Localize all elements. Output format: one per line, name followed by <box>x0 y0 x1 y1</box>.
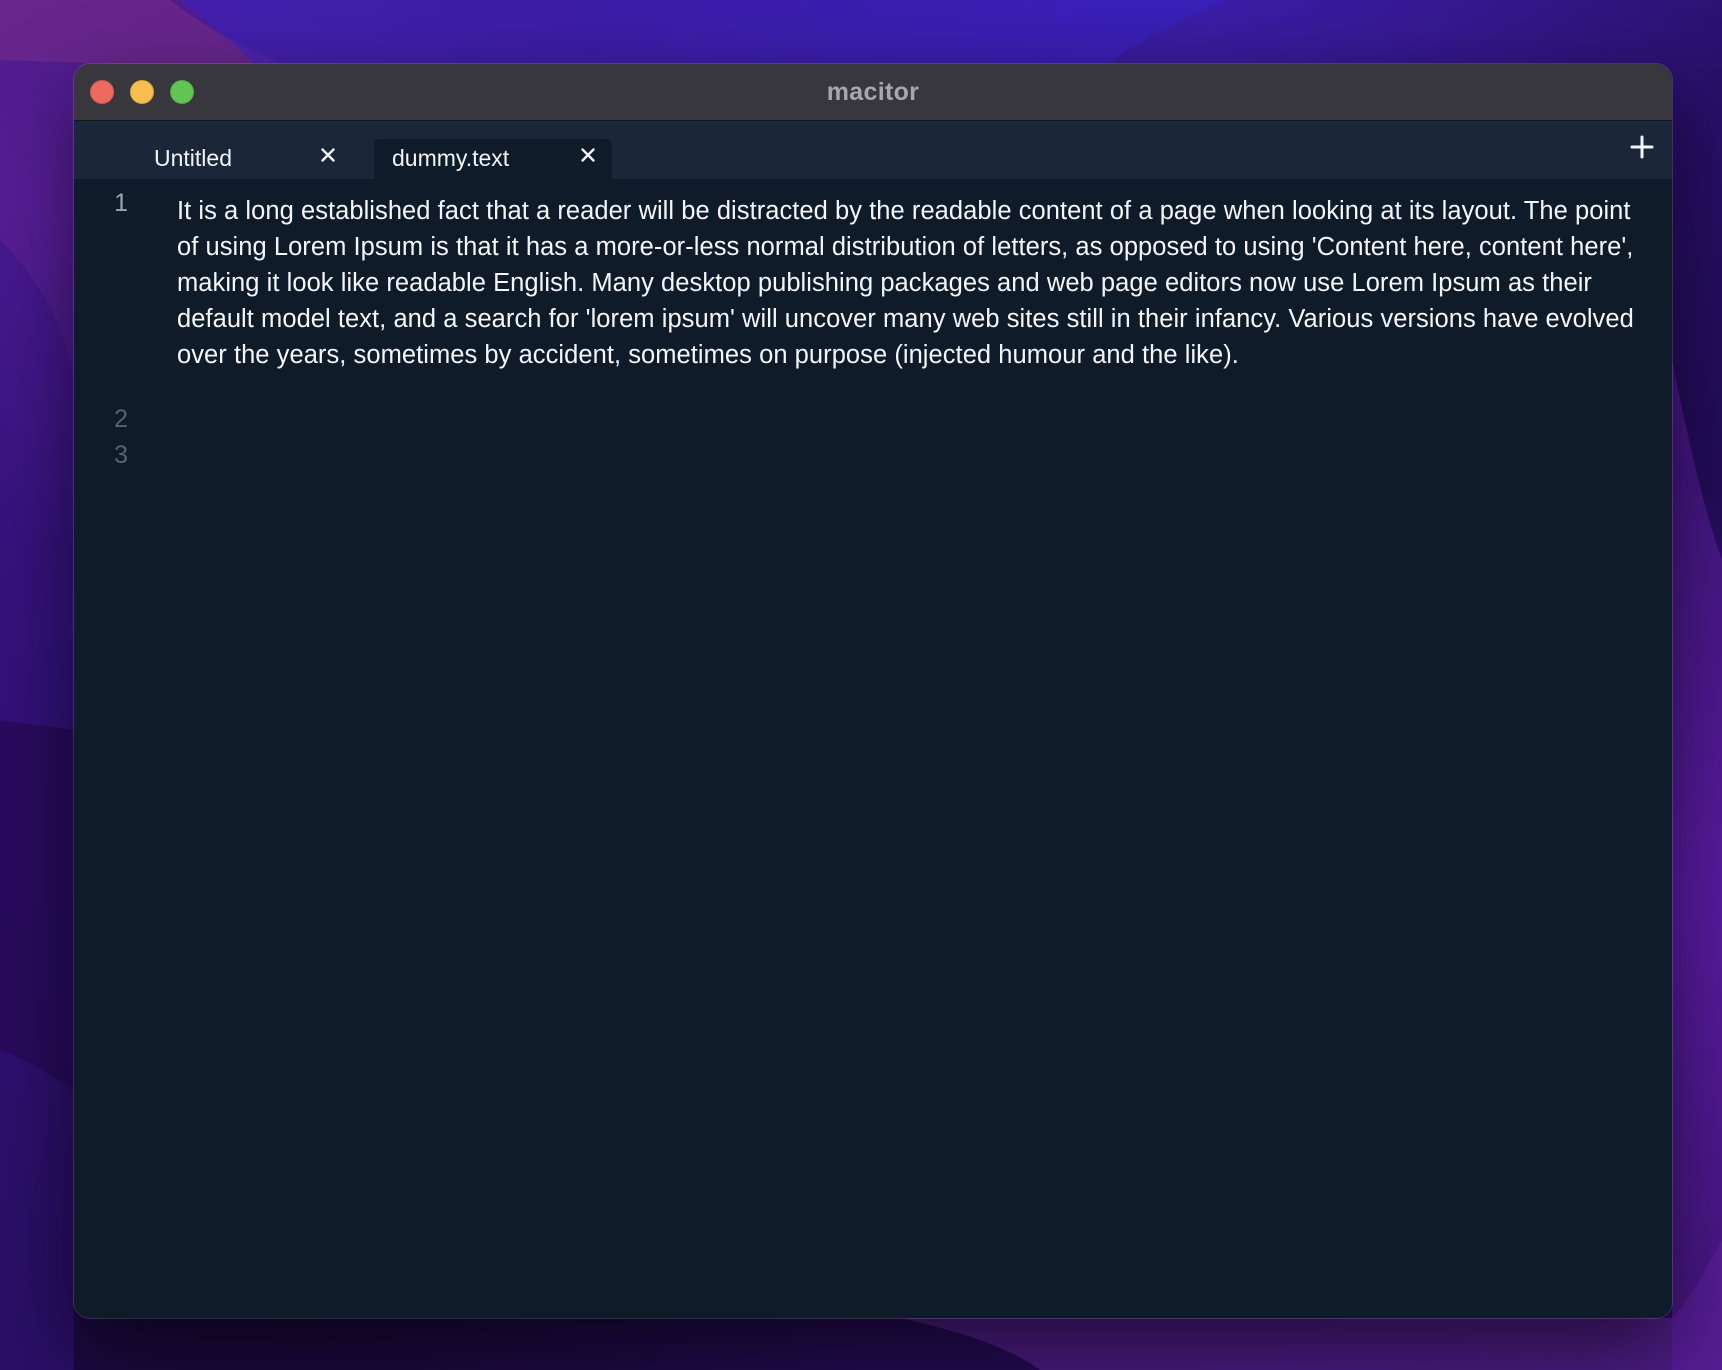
line-number: 1 <box>114 189 128 217</box>
tab-dummy-text[interactable]: dummy.text <box>374 139 612 179</box>
editor-window: macitor Untitled dummy.text 1 2 3 It is … <box>74 64 1672 1318</box>
editor-content[interactable]: It is a long established fact that a rea… <box>177 193 1643 373</box>
line-number: 2 <box>114 405 128 433</box>
tab-untitled[interactable]: Untitled <box>114 139 352 179</box>
plus-icon <box>1630 135 1654 159</box>
editor-line[interactable]: It is a long established fact that a rea… <box>177 193 1643 373</box>
title-bar: macitor <box>74 64 1672 121</box>
tab-label: dummy.text <box>392 145 510 171</box>
close-icon[interactable] <box>314 141 342 169</box>
line-number: 3 <box>114 441 128 469</box>
close-icon[interactable] <box>574 141 602 169</box>
new-tab-button[interactable] <box>1626 131 1658 163</box>
window-title: macitor <box>826 78 920 106</box>
tab-bar: Untitled dummy.text <box>74 121 1672 179</box>
text-editor[interactable]: 1 2 3 It is a long established fact that… <box>74 179 1672 1318</box>
tab-label: Untitled <box>154 145 232 171</box>
